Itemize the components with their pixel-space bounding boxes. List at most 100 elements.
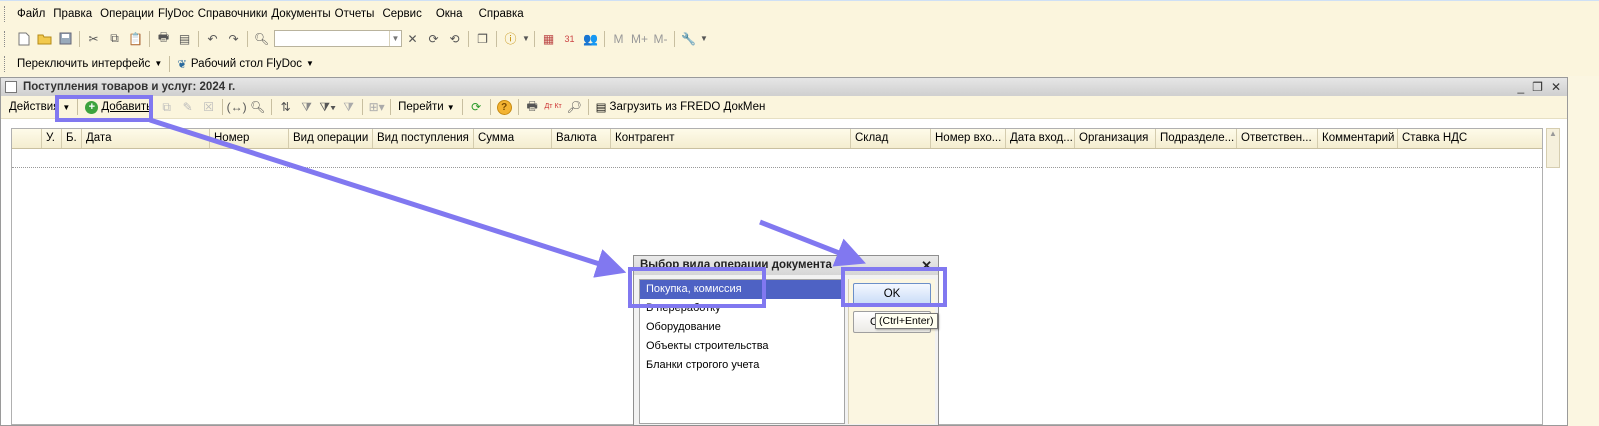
paste-icon[interactable]: 📋 [125, 29, 146, 49]
separator [362, 99, 364, 115]
print-icon[interactable]: 🖶 [522, 97, 543, 117]
memory-m-button[interactable]: M [608, 29, 629, 49]
menu-help[interactable]: Справка [475, 5, 528, 23]
interface-toolbar: Переключить интерфейс ▼ ❦ Рабочий стол F… [0, 51, 1599, 76]
save-icon[interactable] [55, 29, 76, 49]
shortcut-tooltip: (Ctrl+Enter) [875, 313, 938, 329]
load-from-fredo-button[interactable]: ▤ Загрузить из FREDO ДокМен [592, 100, 770, 114]
menu-bar: Файл Правка Операции FlyDoc Справочники … [0, 0, 1599, 26]
column-header[interactable]: Контрагент [611, 129, 851, 148]
column-header[interactable]: Дата вход... [1006, 129, 1075, 148]
separator [587, 99, 589, 115]
hierarchy-icon[interactable]: ⊞▾ [366, 97, 387, 117]
menu-grip [4, 5, 7, 22]
print-preview-icon[interactable]: ▤ [174, 29, 195, 49]
column-header[interactable]: Валюта [552, 129, 611, 148]
highlight-selected-item [628, 267, 766, 308]
help-icon[interactable]: ? [494, 97, 515, 117]
column-header[interactable]: Ставка НДС [1398, 129, 1494, 148]
column-header[interactable] [12, 129, 42, 148]
separator [271, 99, 273, 115]
menu-windows[interactable]: Окна [432, 5, 467, 23]
highlight-ok-button [841, 267, 947, 307]
search-prev-icon[interactable]: ⟲ [444, 29, 465, 49]
column-header[interactable]: Номер вхо... [931, 129, 1006, 148]
scroll-up-icon[interactable]: ▲ [1547, 129, 1559, 138]
calendar-icon[interactable]: 31 [559, 29, 580, 49]
users-icon[interactable]: 👥 [580, 29, 601, 49]
toolbar-grip [4, 55, 7, 72]
sort-icon[interactable]: ⇅ [275, 97, 296, 117]
vertical-scrollbar[interactable]: ▲ [1546, 128, 1560, 168]
cut-icon[interactable]: ✂ [83, 29, 104, 49]
menu-flydoc[interactable]: FlyDoc [154, 5, 198, 23]
menu-file[interactable]: Файл [13, 5, 49, 23]
memory-add-button[interactable]: M+ [629, 29, 650, 49]
search-input[interactable]: ▼ [274, 30, 402, 47]
info-icon[interactable]: ⓘ [500, 29, 521, 49]
column-header[interactable]: Подразделе... [1156, 129, 1237, 148]
filter-options-icon[interactable]: ⧩▾ [317, 97, 338, 117]
open-folder-icon[interactable] [34, 29, 55, 49]
print-icon[interactable]: 🖶 [153, 29, 174, 49]
filter-icon[interactable]: ⧩ [296, 97, 317, 117]
minimize-icon[interactable]: _ [1517, 80, 1524, 94]
column-header[interactable]: Дата [82, 129, 210, 148]
menu-catalogs[interactable]: Справочники [194, 5, 272, 23]
column-header[interactable]: У. [42, 129, 62, 148]
close-icon[interactable]: ✕ [1551, 80, 1561, 94]
column-header[interactable]: Комментарий [1318, 129, 1398, 148]
fredo-icon: ▤ [595, 102, 607, 114]
settings-tools-icon[interactable]: 🔧 [678, 29, 699, 49]
interval-icon[interactable]: (↔) [226, 97, 247, 117]
memory-subtract-button[interactable]: M- [650, 29, 671, 49]
calculator-icon[interactable]: ▦ [538, 29, 559, 49]
column-header[interactable]: Ответствен... [1237, 129, 1318, 148]
clear-filter-icon[interactable]: ⧩ [338, 97, 359, 117]
windows-icon[interactable]: ❐ [472, 29, 493, 49]
search-next-icon[interactable]: ⟳ [423, 29, 444, 49]
column-header[interactable]: Б. [62, 129, 82, 148]
copy-icon[interactable]: ⧉ [104, 29, 125, 49]
menu-operations[interactable]: Операции [96, 5, 158, 23]
chevron-down-icon[interactable]: ▼ [389, 31, 401, 46]
dt-kt-icon[interactable]: Дт Кт [543, 97, 564, 117]
menu-edit[interactable]: Правка [49, 5, 96, 23]
chevron-down-icon[interactable]: ▼ [521, 29, 531, 49]
copy-icon[interactable]: ⧉ [156, 97, 177, 117]
refresh-icon[interactable]: ⟳ [466, 97, 487, 117]
menu-reports[interactable]: Отчеты [331, 5, 379, 23]
menu-service[interactable]: Сервис [378, 5, 425, 23]
redo-icon[interactable]: ↷ [223, 29, 244, 49]
delete-icon[interactable]: ☒ [198, 97, 219, 117]
preview-icon[interactable]: 🔎︎ [564, 97, 585, 117]
list-item[interactable]: Объекты строительства [640, 337, 844, 356]
restore-icon[interactable]: ❐ [1532, 80, 1543, 94]
menu-documents[interactable]: Документы [267, 5, 334, 23]
edit-icon[interactable]: ✎ [177, 97, 198, 117]
new-document-icon[interactable] [13, 29, 34, 49]
column-header[interactable]: Номер [210, 129, 289, 148]
column-header[interactable]: Вид поступления [373, 129, 474, 148]
actions-label: Действия [9, 101, 60, 113]
list-item[interactable]: Оборудование [640, 318, 844, 337]
goto-menu-button[interactable]: Перейти ▼ [394, 101, 459, 113]
column-header[interactable]: Склад [851, 129, 931, 148]
clear-search-icon[interactable]: ✕ [402, 29, 423, 49]
chevron-down-icon: ▼ [306, 59, 314, 68]
standard-toolbar: ✂ ⧉ 📋 🖶 ▤ ↶ ↷ 🔍︎ ▼ ✕ ⟳ ⟲ ❐ ⓘ ▼ ▦ 31 👥 M … [0, 26, 1599, 51]
flydoc-desktop-button[interactable]: ❦ Рабочий стол FlyDoc ▼ [173, 57, 318, 71]
chevron-down-icon[interactable]: ▼ [699, 29, 709, 49]
undo-icon[interactable]: ↶ [202, 29, 223, 49]
table-row[interactable] [12, 149, 1542, 168]
find-icon[interactable]: 🔍︎ [247, 97, 268, 117]
search-icon[interactable]: 🔍︎ [251, 29, 272, 49]
separator [222, 99, 224, 115]
column-header[interactable]: Сумма [474, 129, 552, 148]
separator [461, 99, 463, 115]
list-item[interactable]: Бланки строгого учета [640, 356, 844, 375]
separator [517, 99, 519, 115]
switch-interface-button[interactable]: Переключить интерфейс ▼ [13, 58, 166, 70]
column-header[interactable]: Вид операции [289, 129, 373, 148]
column-header[interactable]: Организация [1075, 129, 1156, 148]
